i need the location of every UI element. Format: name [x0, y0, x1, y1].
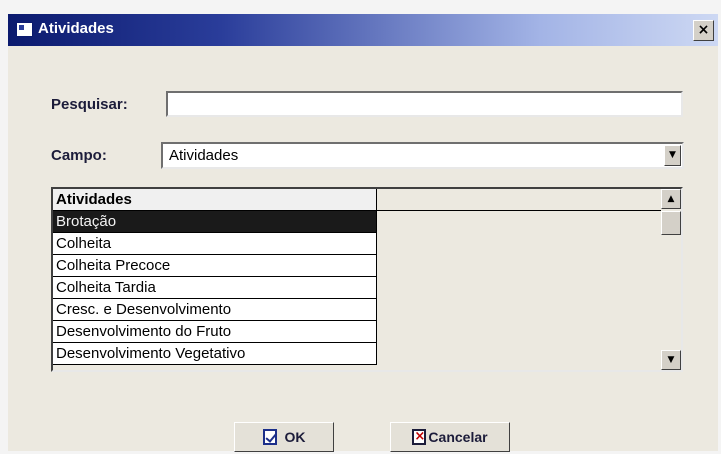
- dialog-body: Pesquisar: Campo: Atividades ▼ Atividade…: [8, 46, 718, 452]
- scroll-thumb[interactable]: [661, 211, 681, 235]
- cancel-button-label: Cancelar: [428, 429, 488, 445]
- window-icon[interactable]: [16, 22, 33, 37]
- title-bar[interactable]: Atividades ×: [8, 14, 718, 46]
- field-label: Campo:: [51, 147, 107, 164]
- window-title: Atividades: [38, 20, 114, 37]
- grid-header-filler: [377, 189, 662, 211]
- table-row[interactable]: Desenvolvimento Vegetativo: [53, 343, 377, 365]
- ok-button[interactable]: OK: [234, 422, 334, 452]
- ok-button-label: OK: [284, 429, 306, 445]
- dropdown-arrow-icon[interactable]: ▼: [664, 145, 681, 166]
- search-label: Pesquisar:: [51, 96, 128, 113]
- field-combobox-value: Atividades: [169, 147, 239, 164]
- table-row[interactable]: Colheita: [53, 233, 377, 255]
- table-row-selected[interactable]: Brotação: [53, 211, 377, 233]
- close-button[interactable]: ×: [693, 20, 714, 41]
- table-row[interactable]: Colheita Precoce: [53, 255, 377, 277]
- scroll-up-icon[interactable]: ▲: [661, 189, 681, 209]
- table-row[interactable]: Cresc. e Desenvolvimento: [53, 299, 377, 321]
- table-row[interactable]: Desenvolvimento do Fruto: [53, 321, 377, 343]
- table-row[interactable]: Colheita Tardia: [53, 277, 377, 299]
- column-header-activities[interactable]: Atividades: [53, 189, 377, 211]
- vertical-scrollbar[interactable]: ▲ ▼: [661, 189, 681, 370]
- activities-grid[interactable]: Atividades Brotação Colheita Colheita Pr…: [51, 187, 683, 372]
- field-combobox[interactable]: Atividades ▼: [161, 142, 684, 169]
- scroll-down-icon[interactable]: ▼: [661, 350, 681, 370]
- cross-document-icon: ×: [412, 429, 427, 445]
- check-document-icon: [262, 429, 277, 445]
- activities-column: Atividades Brotação Colheita Colheita Pr…: [53, 189, 377, 365]
- search-input[interactable]: [166, 91, 683, 117]
- cancel-button[interactable]: × Cancelar: [390, 422, 510, 452]
